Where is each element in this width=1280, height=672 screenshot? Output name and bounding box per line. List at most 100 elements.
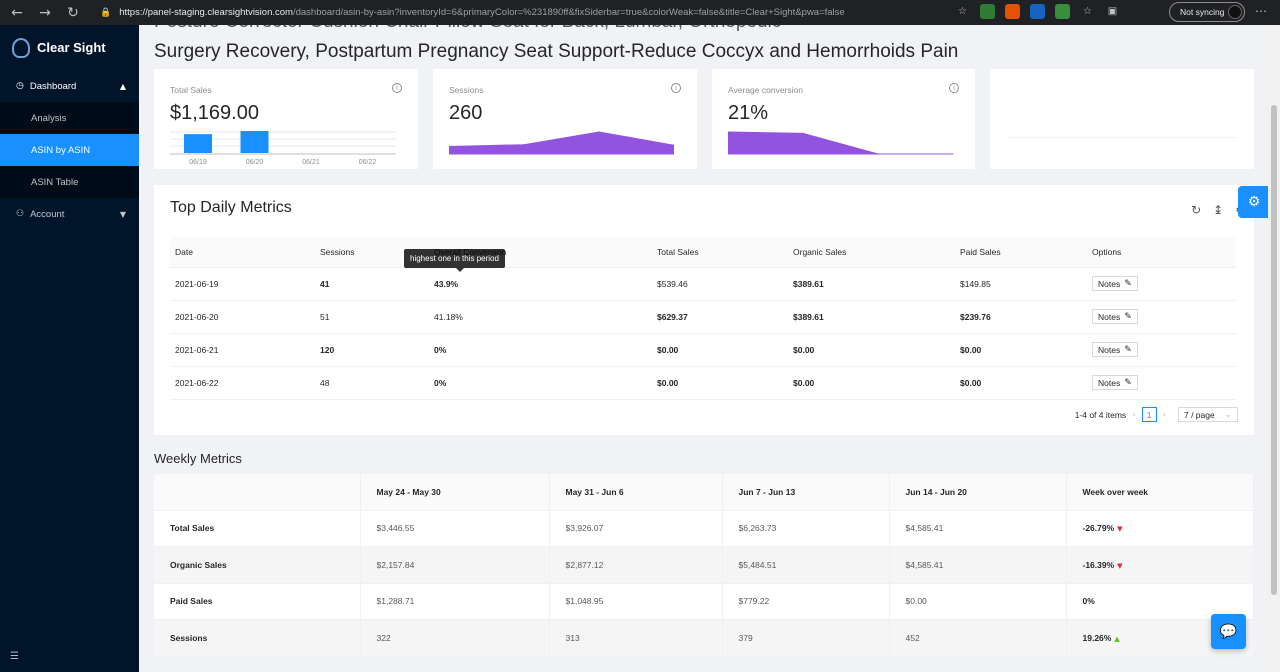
- back-icon[interactable]: ←: [6, 2, 28, 24]
- brand-name: Clear Sight: [37, 40, 106, 55]
- page-1-button[interactable]: 1: [1141, 407, 1157, 422]
- options-cell: Notes ✎: [1087, 333, 1236, 367]
- total-sales-cell: $629.37: [652, 300, 788, 334]
- week-cell: $1,048.95: [549, 583, 723, 621]
- pagination-summary: 1-4 of 4 items: [1074, 409, 1127, 420]
- total-sales-cell: $0.00: [652, 366, 788, 400]
- favorite-star-icon[interactable]: ☆: [955, 4, 970, 19]
- week-cell: $3,926.07: [549, 510, 723, 548]
- edit-icon: ✎: [1124, 278, 1132, 289]
- settings-drawer-button[interactable]: ⚙: [1238, 186, 1270, 218]
- x-tick-label: 06/21: [302, 159, 320, 166]
- sidebar-item-analysis[interactable]: Analysis: [0, 102, 139, 134]
- stat-label: Average conversion: [728, 85, 803, 95]
- sessions-cell: 41: [315, 267, 429, 301]
- notes-label: Notes: [1098, 344, 1121, 355]
- row-label: Sessions: [154, 619, 361, 657]
- week-cell: 313: [549, 619, 723, 657]
- info-icon[interactable]: i: [392, 83, 402, 93]
- options-cell: Notes ✎: [1087, 366, 1236, 400]
- week-cell: $4,585.41: [889, 546, 1067, 584]
- sessions-cell: 48: [315, 366, 429, 400]
- wow-value: -16.39%: [1082, 559, 1115, 570]
- divider: [1008, 137, 1236, 138]
- chevron-left-icon[interactable]: ‹: [1132, 410, 1135, 420]
- week-cell: $2,877.12: [549, 546, 723, 584]
- notes-button[interactable]: Notes ✎: [1092, 342, 1138, 357]
- menu-collapse-icon[interactable]: ☰: [10, 651, 19, 662]
- notes-button[interactable]: Notes ✎: [1092, 309, 1138, 324]
- user-icon: ⚇: [16, 209, 25, 219]
- notes-button[interactable]: Notes ✎: [1092, 276, 1138, 291]
- notes-button[interactable]: Notes ✎: [1092, 375, 1138, 390]
- translate-icon[interactable]: [1030, 4, 1045, 19]
- x-tick-label: 06/22: [359, 159, 377, 166]
- empty-stat-card: [990, 69, 1254, 169]
- top-daily-metrics-card: Top Daily Metrics ↻ ↨ ⚙ Date Sessions Ov…: [154, 185, 1254, 435]
- options-cell: Notes ✎: [1087, 267, 1236, 301]
- paid-sales-cell: $149.85: [955, 267, 1087, 301]
- row-label: Paid Sales: [154, 583, 361, 621]
- profile-sync-button[interactable]: Not syncing: [1169, 2, 1245, 22]
- card-title: Top Daily Metrics: [170, 199, 292, 216]
- x-tick-label: 06/19: [189, 159, 207, 166]
- more-menu-icon[interactable]: ⋯: [1255, 4, 1267, 18]
- sidebar-item-account[interactable]: ⚇ Account ▼: [0, 198, 139, 230]
- column-height-icon[interactable]: ↨: [1213, 203, 1223, 217]
- page-scrollbar[interactable]: [1268, 25, 1280, 672]
- table-row: Paid Sales $1,288.71 $1,048.95 $779.22 $…: [154, 583, 1254, 621]
- week-cell: $6,263.73: [722, 510, 890, 548]
- conversion-cell: 41.18%: [429, 300, 652, 334]
- lock-icon: 🔒: [100, 7, 112, 18]
- column-header: Paid Sales: [955, 237, 1087, 268]
- browser-toolbar: ← → ↻ 🔒 https://panel-staging.clearsight…: [0, 0, 1280, 25]
- favorites-icon[interactable]: ☆: [1080, 4, 1095, 19]
- options-cell: Notes ✎: [1087, 300, 1236, 334]
- table-row: 2021-06-22 48 0% $0.00 $0.00 $0.00 Notes…: [170, 366, 1236, 400]
- sessions-cell: 120: [315, 333, 429, 367]
- table-row: Sessions 322 313 379 452 19.26% ▲: [154, 619, 1254, 657]
- chat-button[interactable]: 💬: [1211, 614, 1246, 649]
- forward-icon[interactable]: →: [34, 2, 56, 24]
- dashboard-icon: ◷: [16, 81, 24, 91]
- section-title: Weekly Metrics: [154, 451, 242, 466]
- wow-value: 0%: [1082, 596, 1095, 607]
- date-cell: 2021-06-22: [170, 366, 315, 400]
- week-cell: $1,288.71: [360, 583, 550, 621]
- column-header: May 31 - Jun 6: [549, 474, 723, 511]
- reload-icon[interactable]: ↻: [1191, 203, 1201, 217]
- avatar: [1228, 5, 1242, 19]
- brand-logo-icon: [12, 37, 30, 58]
- sidebar-item-asin-table[interactable]: ASIN Table: [0, 166, 139, 198]
- sidebar-item-label: Analysis: [31, 112, 67, 124]
- bar-mark: [240, 131, 269, 153]
- page-title-line-2: Surgery Recovery, Postpartum Pregnancy S…: [154, 41, 959, 62]
- address-bar[interactable]: 🔒 https://panel-staging.clearsightvision…: [96, 3, 976, 22]
- extension-icon[interactable]: [1055, 4, 1070, 19]
- sidebar-item-label: ASIN Table: [31, 176, 79, 188]
- sidebar-item-dashboard[interactable]: ◷ Dashboard ▲: [0, 70, 139, 102]
- edit-icon: ✎: [1124, 377, 1132, 388]
- chevron-right-icon[interactable]: ›: [1163, 410, 1166, 420]
- page-size-value: 7 / page: [1184, 409, 1215, 420]
- reload-icon[interactable]: ↻: [62, 2, 84, 24]
- column-header: Jun 14 - Jun 20: [889, 474, 1067, 511]
- extension-icon[interactable]: [980, 4, 995, 19]
- info-icon[interactable]: i: [671, 83, 681, 93]
- info-icon[interactable]: i: [949, 83, 959, 93]
- extension-icon[interactable]: [1005, 4, 1020, 19]
- week-cell: $0.00: [889, 583, 1067, 621]
- page-size-select[interactable]: 7 / page ⌄: [1178, 407, 1238, 422]
- conversion-card: Average conversion i 21%: [712, 69, 975, 169]
- brand[interactable]: Clear Sight: [0, 25, 139, 70]
- total-sales-mini-chart: 06/19 06/20 06/21 06/22: [170, 131, 396, 166]
- column-header: Date: [170, 237, 315, 268]
- week-cell: $5,484.51: [722, 546, 890, 584]
- sidebar-item-asin-by-asin[interactable]: ASIN by ASIN: [0, 134, 139, 166]
- row-label: Total Sales: [154, 510, 361, 548]
- weekly-metrics-table: May 24 - May 30 May 31 - Jun 6 Jun 7 - J…: [154, 474, 1254, 657]
- scrollbar-thumb[interactable]: [1271, 105, 1277, 595]
- collections-icon[interactable]: ▣: [1105, 4, 1120, 19]
- chevron-down-icon: ⌄: [1224, 409, 1232, 420]
- column-header: Organic Sales: [788, 237, 955, 268]
